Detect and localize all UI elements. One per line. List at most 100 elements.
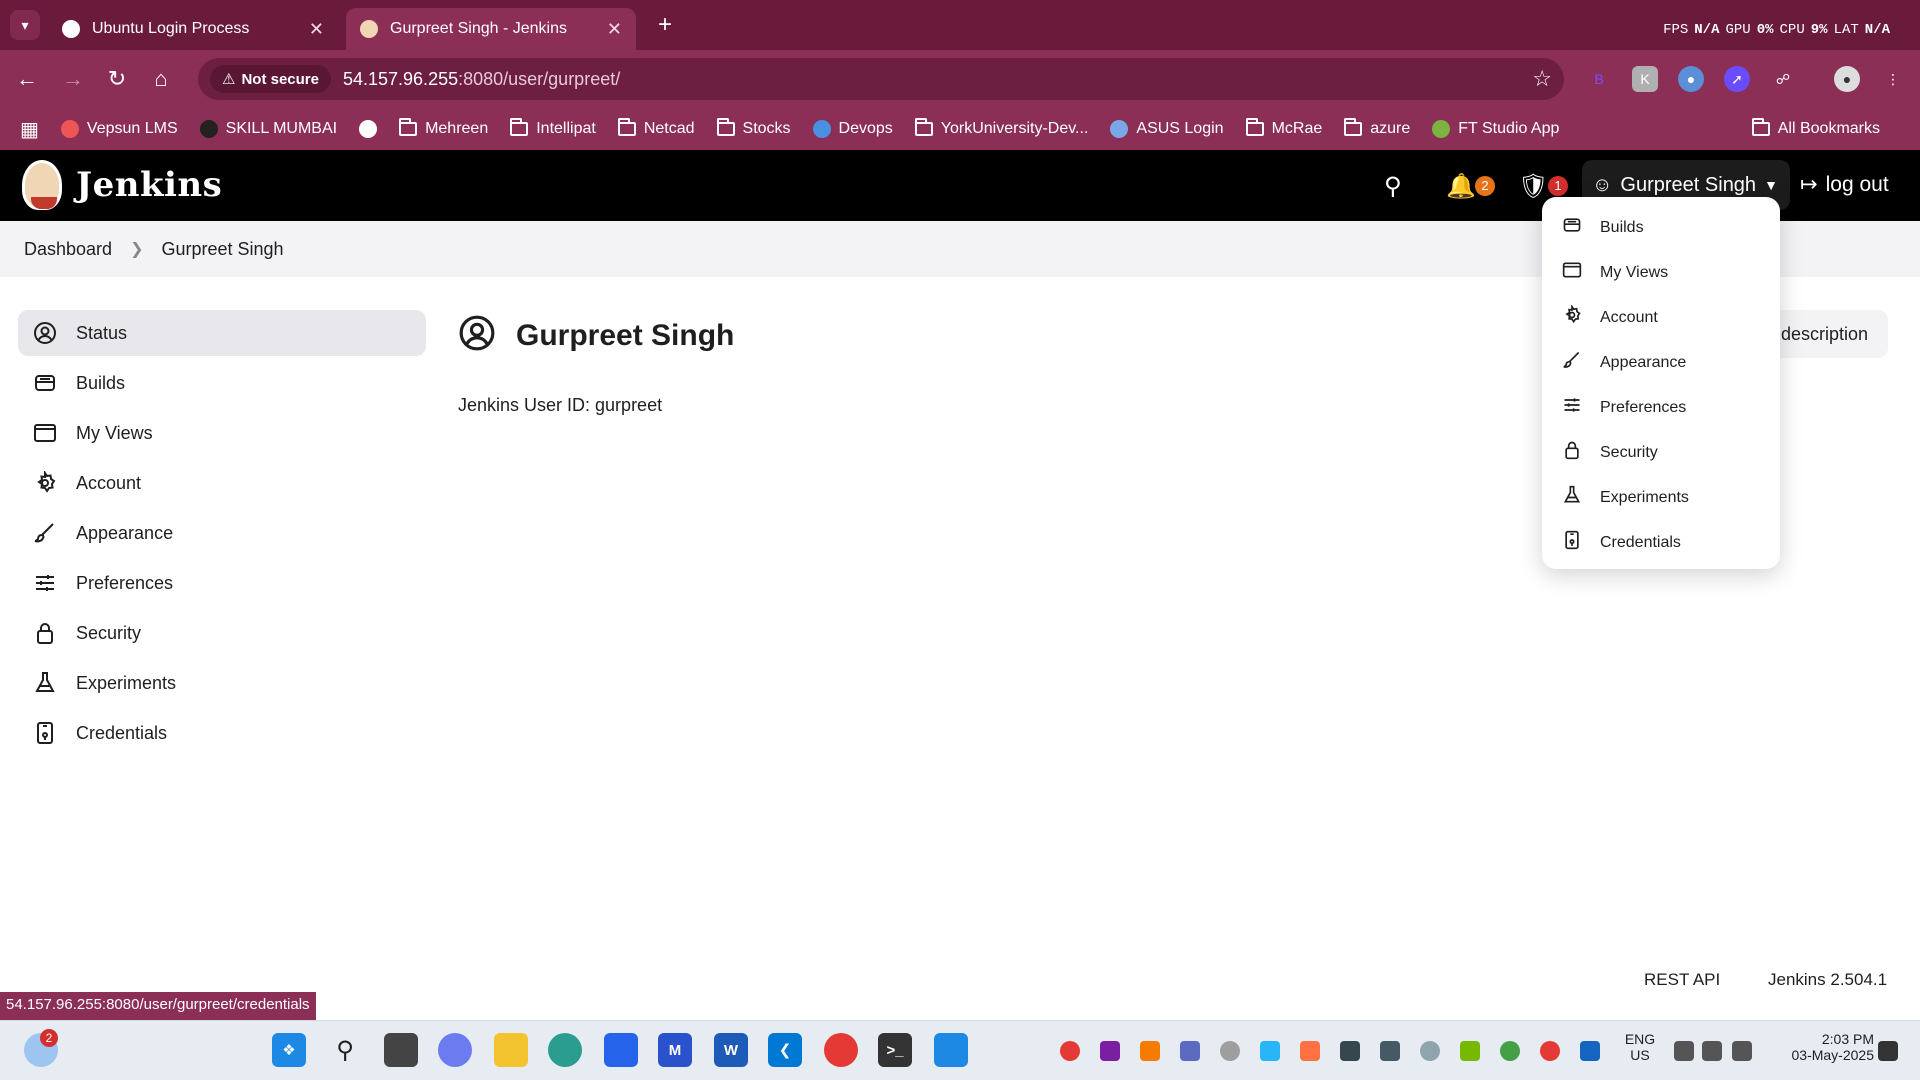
- new-tab-button[interactable]: +: [650, 10, 680, 40]
- sidebar-item-account[interactable]: Account: [18, 460, 426, 506]
- bookmark-label: Stocks: [742, 120, 791, 137]
- volume-icon[interactable]: [1702, 1041, 1722, 1061]
- bookmark-devops[interactable]: Devops: [812, 120, 893, 138]
- teams-tray-icon[interactable]: [1180, 1041, 1200, 1061]
- not-secure-chip[interactable]: ⚠ Not secure: [210, 65, 331, 93]
- language-indicator[interactable]: ENG US: [1620, 1031, 1660, 1063]
- tab-search-button[interactable]: ▾: [10, 10, 40, 40]
- close-icon[interactable]: ✕: [607, 19, 622, 40]
- bookmark-stocks[interactable]: Stocks: [716, 118, 791, 138]
- sidebar-item-security[interactable]: Security: [18, 610, 426, 656]
- cloud-app-tray-icon[interactable]: [1260, 1041, 1280, 1061]
- sidebar-item-preferences[interactable]: Preferences: [18, 560, 426, 606]
- office-tray-icon[interactable]: [1140, 1041, 1160, 1061]
- wifi-icon[interactable]: [1674, 1041, 1694, 1061]
- printer-tray-icon[interactable]: [1380, 1041, 1400, 1061]
- file-explorer-icon[interactable]: [494, 1033, 528, 1067]
- menu-item-security[interactable]: Security: [1542, 430, 1780, 475]
- all-bookmarks-button[interactable]: All Bookmarks: [1751, 118, 1880, 138]
- nvidia-tray-icon[interactable]: [1460, 1041, 1480, 1061]
- globe-tray-icon[interactable]: [1500, 1041, 1520, 1061]
- vscode-icon[interactable]: ❮: [768, 1033, 802, 1067]
- home-icon[interactable]: ⌂: [146, 64, 176, 94]
- bookmark-star-icon[interactable]: ☆: [1532, 66, 1552, 92]
- menu-item-experiments[interactable]: Experiments: [1542, 475, 1780, 520]
- remote-app-icon[interactable]: M: [658, 1033, 692, 1067]
- copilot-icon[interactable]: [438, 1033, 472, 1067]
- reload-icon[interactable]: ↻: [102, 64, 132, 94]
- forward-icon[interactable]: →: [58, 64, 88, 94]
- menu-item-credentials[interactable]: Credentials: [1542, 520, 1780, 565]
- security-shield-icon[interactable]: 🛡: [1518, 172, 1548, 201]
- menu-item-builds[interactable]: Builds: [1542, 205, 1780, 250]
- onenote-tray-icon[interactable]: [1100, 1041, 1120, 1061]
- breadcrumb-user[interactable]: Gurpreet Singh: [161, 239, 283, 260]
- chrome-icon[interactable]: [824, 1033, 858, 1067]
- sidebar-item-experiments[interactable]: Experiments: [18, 660, 426, 706]
- flask-icon: [1562, 485, 1582, 510]
- battery-icon[interactable]: [1732, 1041, 1752, 1061]
- onedrive-tray-icon[interactable]: [1420, 1041, 1440, 1061]
- bookmark-intellipat[interactable]: Intellipat: [510, 118, 596, 138]
- menu-item-appearance[interactable]: Appearance: [1542, 340, 1780, 385]
- extensions-puzzle-icon[interactable]: ☍: [1770, 66, 1796, 92]
- address-bar[interactable]: ⚠ Not secure 54.157.96.255:8080/user/gur…: [198, 58, 1564, 100]
- sidebar-item-status[interactable]: Status: [18, 310, 426, 356]
- close-icon[interactable]: ✕: [309, 19, 324, 40]
- audio-tray-icon[interactable]: [1220, 1041, 1240, 1061]
- menu-item-account[interactable]: Account: [1542, 295, 1780, 340]
- bookmark-azure[interactable]: azure: [1344, 118, 1410, 138]
- user-circle-icon: [458, 314, 496, 357]
- extension-globe-icon[interactable]: ●: [1678, 66, 1704, 92]
- chrome-tray-icon[interactable]: [1060, 1041, 1080, 1061]
- clock[interactable]: 2:03 PM 03-May-2025: [1764, 1031, 1875, 1063]
- extension-wand-icon[interactable]: ➚: [1724, 66, 1750, 92]
- profile-avatar[interactable]: ●: [1834, 66, 1860, 92]
- bookmark-globe[interactable]: [359, 120, 378, 138]
- bars-tray-icon[interactable]: [1300, 1041, 1320, 1061]
- bookmark-vepsun[interactable]: Vepsun LMS: [60, 120, 178, 138]
- sidebar-item-my-views[interactable]: My Views: [18, 410, 426, 456]
- bookmark-netcad[interactable]: Netcad: [617, 118, 695, 138]
- sidebar-item-credentials[interactable]: Credentials: [18, 710, 426, 756]
- jenkins-home-link[interactable]: Jenkins: [22, 160, 222, 210]
- extension-k-icon[interactable]: K: [1632, 66, 1658, 92]
- kebab-menu-icon[interactable]: ⋮: [1880, 66, 1906, 92]
- remote-tray-icon[interactable]: [1340, 1041, 1360, 1061]
- bookmark-asus[interactable]: ASUS Login: [1110, 120, 1224, 138]
- rest-api-link[interactable]: REST API: [1644, 970, 1720, 990]
- sidebar-item-builds[interactable]: Builds: [18, 360, 426, 406]
- extension-b-icon[interactable]: B: [1586, 66, 1612, 92]
- bookmark-ft-studio[interactable]: FT Studio App: [1432, 120, 1559, 138]
- back-icon[interactable]: ←: [12, 64, 42, 94]
- notification-center-icon[interactable]: [1878, 1041, 1898, 1061]
- skill-icon: [199, 120, 218, 138]
- logout-link[interactable]: ↦ log out: [1800, 172, 1889, 197]
- jenkins-version-link[interactable]: Jenkins 2.504.1: [1768, 970, 1887, 990]
- bookmark-york[interactable]: YorkUniversity-Dev...: [914, 118, 1088, 138]
- notepad-icon[interactable]: [934, 1033, 968, 1067]
- search-icon[interactable]: ⚲: [1384, 172, 1402, 201]
- tab-jenkins[interactable]: Gurpreet Singh - Jenkins ✕: [346, 8, 636, 50]
- menu-item-my-views[interactable]: My Views: [1542, 250, 1780, 295]
- notifications-bell-icon[interactable]: 🔔: [1446, 172, 1476, 201]
- store-icon[interactable]: [604, 1033, 638, 1067]
- bookmark-skill-mumbai[interactable]: SKILL MUMBAI: [199, 120, 337, 138]
- fps-value: N/A: [1694, 22, 1720, 38]
- menu-item-preferences[interactable]: Preferences: [1542, 385, 1780, 430]
- bookmark-mcrae[interactable]: McRae: [1245, 118, 1322, 138]
- edge-icon[interactable]: [548, 1033, 582, 1067]
- search-icon[interactable]: ⚲: [328, 1033, 362, 1067]
- windows-start-icon[interactable]: ❖: [272, 1033, 306, 1067]
- bluetooth-tray-icon[interactable]: [1580, 1041, 1600, 1061]
- tab-ubuntu-login[interactable]: Ubuntu Login Process ✕: [48, 8, 338, 50]
- task-view-icon[interactable]: [384, 1033, 418, 1067]
- word-icon[interactable]: W: [714, 1033, 748, 1067]
- credentials-icon: [1562, 530, 1582, 555]
- breadcrumb-dashboard[interactable]: Dashboard: [24, 239, 112, 260]
- apps-grid-icon[interactable]: ▦: [20, 117, 39, 142]
- terminal-icon[interactable]: >_: [878, 1033, 912, 1067]
- bookmark-mehreen[interactable]: Mehreen: [399, 118, 488, 138]
- sidebar-item-appearance[interactable]: Appearance: [18, 510, 426, 556]
- security-tray-icon[interactable]: [1540, 1041, 1560, 1061]
